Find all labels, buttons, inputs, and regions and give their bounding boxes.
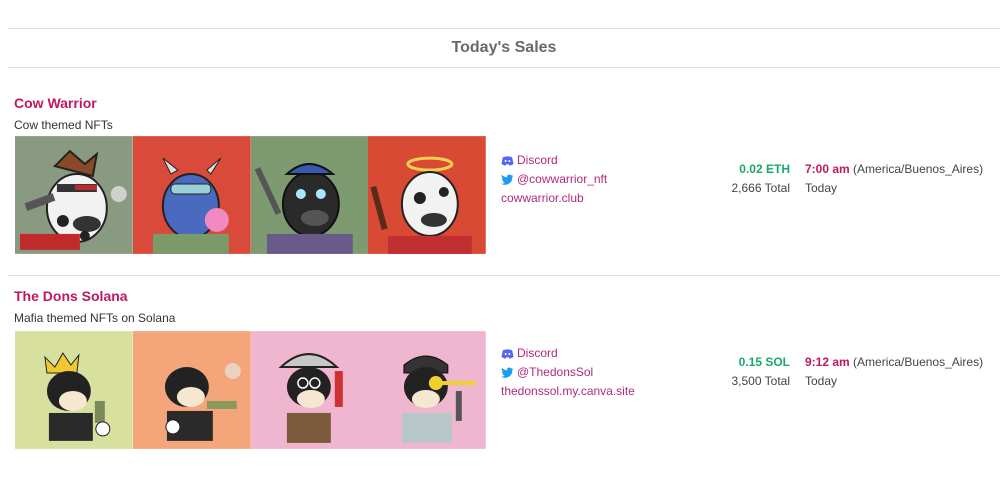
project-description: Cow themed NFTs	[14, 118, 113, 132]
website-link-label: cowwarrior.club	[501, 191, 584, 205]
sale-time-block: 7:00 am (America/Buenos_Aires) Today	[805, 160, 983, 198]
nft-thumbnail	[250, 136, 369, 254]
twitter-link-label: @ThedonsSol	[517, 365, 594, 379]
sale-timezone: (America/Buenos_Aires)	[853, 355, 984, 369]
project-links: Discord @cowwarrior_nft cowwarrior.club	[501, 151, 607, 208]
discord-link[interactable]: Discord	[501, 151, 607, 170]
price-block: 0.02 ETH 2,666 Total	[732, 160, 791, 198]
nft-thumbnail	[250, 331, 369, 449]
nft-thumbnail	[368, 331, 486, 449]
supply-total: 3,500 Total	[731, 374, 791, 388]
nft-thumbnail	[132, 136, 251, 254]
twitter-link[interactable]: @ThedonsSol	[501, 363, 635, 382]
discord-link[interactable]: Discord	[501, 344, 635, 363]
discord-link-label: Discord	[517, 346, 558, 360]
sale-time: 9:12 am	[805, 355, 850, 369]
discord-link-label: Discord	[517, 153, 558, 167]
mint-price: 0.02 ETH	[739, 162, 790, 176]
price-block: 0.15 SOL 3,500 Total	[732, 353, 791, 391]
sale-timezone: (America/Buenos_Aires)	[853, 162, 984, 176]
nft-thumbnail-strip	[15, 136, 486, 254]
nft-thumbnail	[15, 136, 133, 254]
sale-day: Today	[805, 181, 838, 195]
twitter-icon	[501, 174, 514, 185]
project-name[interactable]: Cow Warrior	[14, 95, 97, 111]
dons-nft-image	[250, 331, 369, 449]
nft-thumbnail	[15, 331, 133, 449]
sale-time-block: 9:12 am (America/Buenos_Aires) Today	[805, 353, 983, 391]
discord-icon	[501, 348, 514, 359]
cow-nft-image	[250, 136, 369, 254]
website-link-label: thedonssol.my.canva.site	[501, 384, 635, 398]
page-header: Today's Sales	[8, 28, 1000, 68]
dons-nft-image	[132, 331, 251, 449]
nft-thumbnail	[368, 136, 486, 254]
cow-nft-image	[132, 136, 251, 254]
website-link[interactable]: thedonssol.my.canva.site	[501, 382, 635, 401]
project-links: Discord @ThedonsSol thedonssol.my.canva.…	[501, 344, 635, 401]
cow-nft-image	[368, 136, 486, 254]
dons-nft-image	[15, 331, 133, 449]
project-description: Mafia themed NFTs on Solana	[14, 311, 176, 325]
sale-time: 7:00 am	[805, 162, 850, 176]
sale-card-cow-warrior: Cow Warrior Cow themed NFTs Discord @cow…	[0, 95, 1000, 277]
twitter-icon	[501, 367, 514, 378]
cow-nft-image	[15, 136, 133, 254]
website-link[interactable]: cowwarrior.club	[501, 189, 607, 208]
supply-total: 2,666 Total	[731, 181, 791, 195]
project-name[interactable]: The Dons Solana	[14, 288, 128, 304]
twitter-link[interactable]: @cowwarrior_nft	[501, 170, 607, 189]
nft-thumbnail	[132, 331, 251, 449]
discord-icon	[501, 155, 514, 166]
twitter-link-label: @cowwarrior_nft	[517, 172, 608, 186]
dons-nft-image	[368, 331, 486, 449]
sale-card-the-dons-solana: The Dons Solana Mafia themed NFTs on Sol…	[0, 288, 1000, 470]
mint-price: 0.15 SOL	[738, 355, 790, 369]
page-title: Today's Sales	[451, 39, 557, 56]
nft-thumbnail-strip	[15, 331, 486, 449]
sale-divider	[8, 275, 1000, 276]
sale-day: Today	[805, 374, 838, 388]
